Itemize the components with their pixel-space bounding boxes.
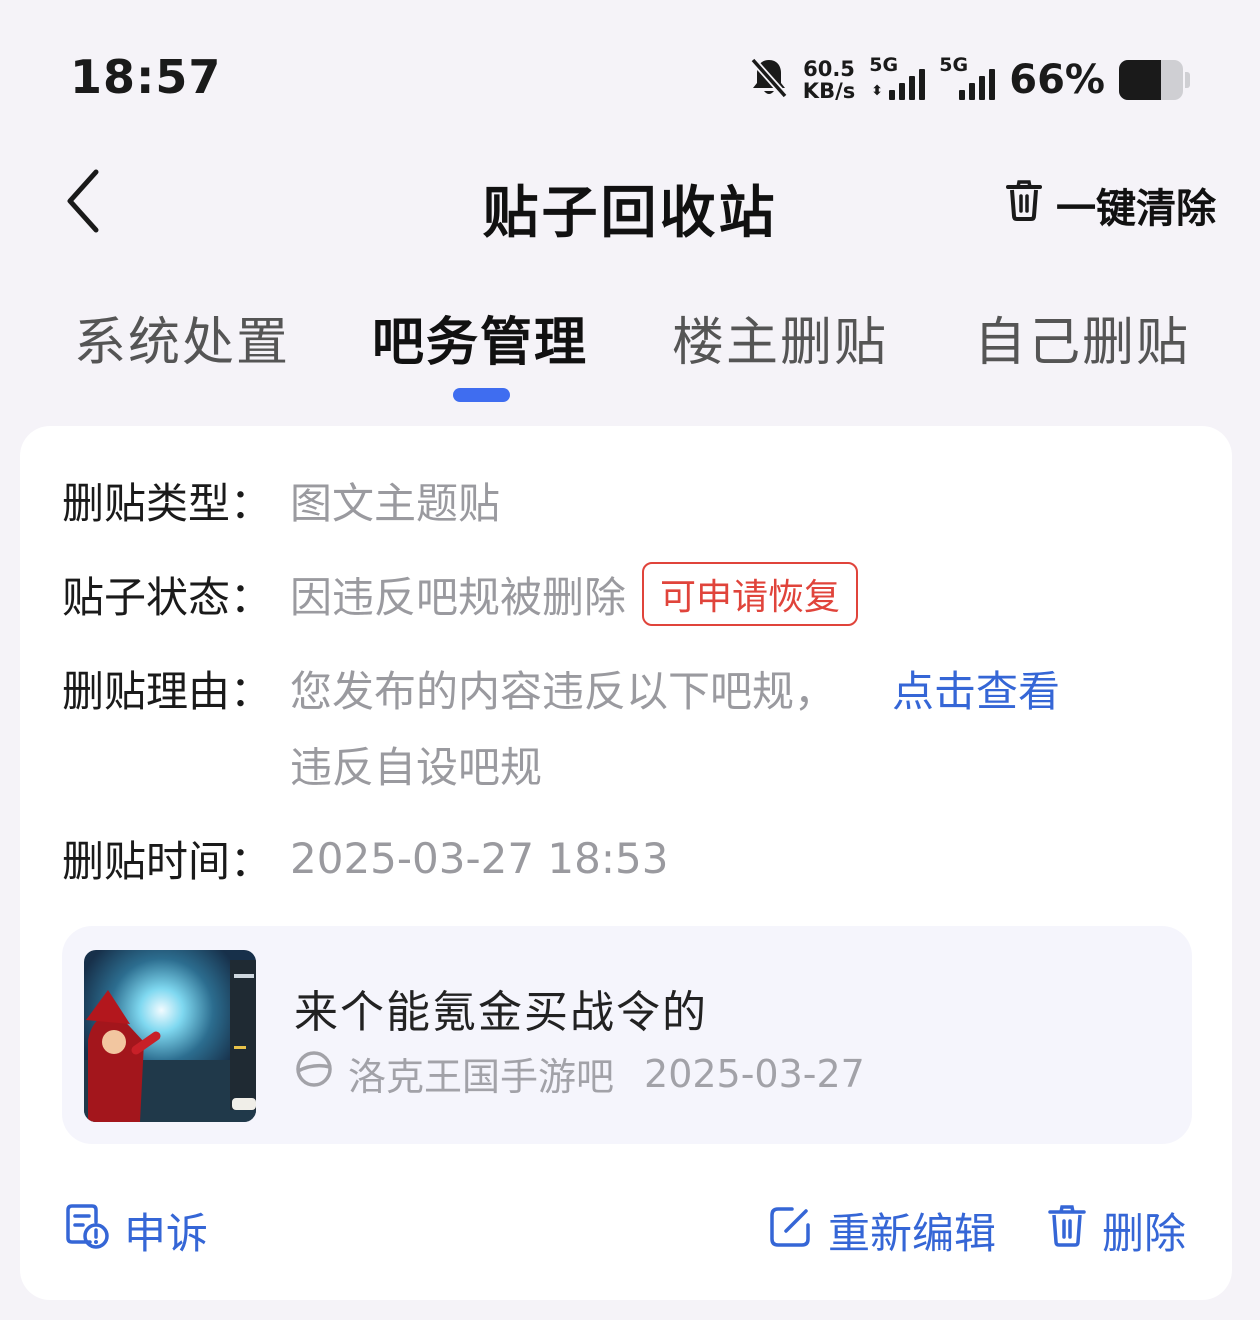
post-preview[interactable]: 来个能氪金买战令的 洛克王国手游吧 2025-03-27 [62,926,1192,1144]
row-post-status: 贴子状态： 因违反吧规被删除 可申请恢复 [62,562,859,626]
deleted-post-card: 删贴类型： 图文主题贴 贴子状态： 因违反吧规被删除 可申请恢复 删贴理由： 您… [20,426,1232,1300]
tab-op-deleted[interactable]: 楼主删贴 [672,300,888,375]
header: 贴子回收站 一键清除 [0,150,1260,250]
appeal-button[interactable]: 申诉 [62,1200,208,1261]
forum-icon [294,1049,334,1098]
active-tab-indicator [453,388,510,402]
row-reason-detail: 违反自设吧规 [290,743,543,792]
action-bar: 申诉 重新编辑 删除 [20,1186,1232,1266]
post-thumbnail [84,950,256,1122]
bell-muted-icon [749,56,789,104]
post-forum: 洛克王国手游吧 [348,1055,615,1099]
status-badge: 可申请恢复 [642,562,859,626]
view-rules-link[interactable]: 点击查看 [892,658,1060,719]
status-bar: 18:57 60.5 KB/s 5G ⬍ 5G 66% [0,0,1260,150]
row-delete-reason: 删贴理由： 您发布的内容违反以下吧规， 点击查看 [62,658,1060,719]
row-delete-time: 删贴时间： 2025-03-27 18:53 [62,834,669,886]
tab-bar-admin[interactable]: 吧务管理 [372,300,588,375]
reedit-button[interactable]: 重新编辑 [768,1200,996,1261]
battery-percent: 66% [1009,57,1105,103]
post-date: 2025-03-27 [644,1051,865,1096]
status-icons: 60.5 KB/s 5G ⬍ 5G 66% [749,52,1190,108]
edit-icon [768,1203,814,1259]
post-title: 来个能氪金买战令的 [294,987,708,1038]
appeal-icon [62,1202,110,1260]
post-meta: 洛克王国手游吧 2025-03-27 [294,1046,865,1101]
trash-icon [1004,178,1044,232]
data-arrows-icon: ⬍ [871,83,883,99]
net-speed: 60.5 KB/s [802,57,856,103]
tab-self-deleted[interactable]: 自己删贴 [974,300,1190,375]
signal-icon-sim2: 5G [939,54,996,100]
battery-icon [1119,60,1183,100]
trash-icon [1046,1203,1088,1259]
status-time: 18:57 [70,50,222,104]
delete-button[interactable]: 删除 [1046,1200,1186,1261]
clear-all-button[interactable]: 一键清除 [1004,176,1216,234]
tab-system[interactable]: 系统处置 [74,300,290,375]
row-delete-type: 删贴类型： 图文主题贴 [62,479,501,528]
clear-all-label: 一键清除 [1056,186,1216,232]
signal-icon-sim1: 5G ⬍ [869,54,926,100]
tab-bar: 系统处置 吧务管理 楼主删贴 自己删贴 [0,300,1260,410]
